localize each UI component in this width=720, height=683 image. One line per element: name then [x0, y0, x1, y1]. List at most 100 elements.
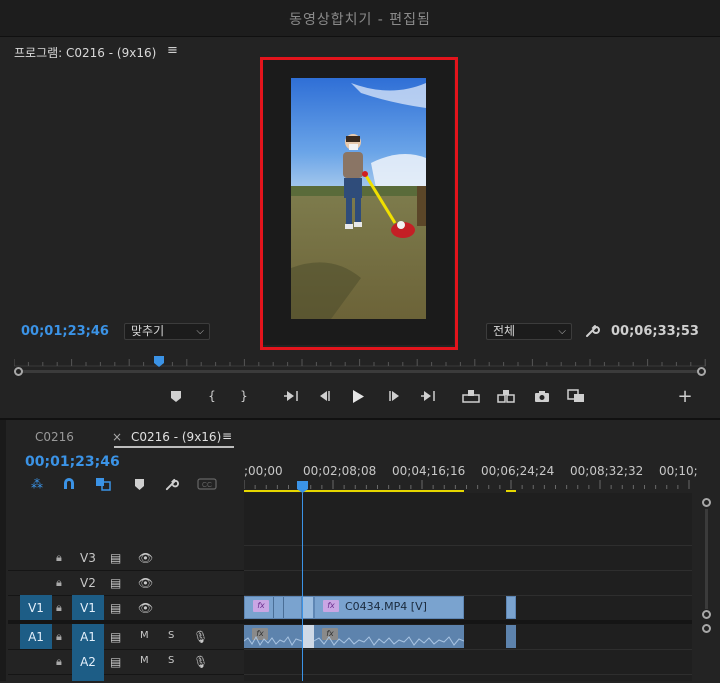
track-header-a3-partial — [8, 674, 244, 681]
scrollbar-left-handle[interactable] — [14, 367, 23, 376]
lock-icon[interactable]: 🔒︎ — [56, 576, 62, 590]
highlight-annotation-box — [260, 57, 458, 350]
track-name[interactable]: V3 — [80, 551, 96, 565]
step-back-icon[interactable] — [312, 384, 336, 408]
video-clip-c0434[interactable]: fx C0434.MP4 [V] — [314, 596, 464, 619]
source-patch-v1[interactable]: V1 — [20, 595, 52, 620]
timeline-time-ruler[interactable]: ;00;00 00;02;08;08 00;04;16;16 00;06;24;… — [244, 460, 698, 493]
timeline-tools: ⁂ CC — [22, 475, 222, 493]
tab-close-icon[interactable]: × — [112, 430, 122, 444]
lock-icon[interactable]: 🔒︎ — [56, 655, 62, 669]
sync-lock-icon[interactable]: ▤ — [110, 655, 121, 669]
solo-button[interactable]: S — [168, 630, 174, 641]
audio-clip-c0434[interactable]: fx — [314, 625, 464, 648]
tab-c0216[interactable]: C0216 — [35, 430, 74, 444]
lock-icon[interactable]: 🔒︎ — [56, 601, 62, 615]
captions-icon[interactable]: CC — [196, 475, 218, 493]
scroll-track[interactable] — [705, 509, 708, 609]
track-target-a2[interactable]: A2 — [72, 649, 104, 674]
track-line — [244, 674, 692, 675]
window-title: 동영상합치기 - 편집됨 — [289, 12, 431, 28]
linked-selection-icon[interactable] — [94, 475, 112, 493]
chevron-down-icon: ⌵ — [558, 326, 566, 337]
clip-edit-point[interactable] — [273, 597, 274, 618]
lock-icon[interactable]: 🔒︎ — [56, 551, 62, 565]
zoom-level-value: 맞추기 — [131, 324, 165, 338]
track-header-a2: 🔒︎ A2 ▤ M S 🎙︎ — [8, 649, 244, 675]
timeline-tracks-area[interactable]: fx fx C0434.MP4 [V] fx fx — [244, 493, 692, 681]
fx-badge: fx — [323, 600, 339, 612]
transport-controls: { } + — [0, 384, 720, 408]
audio-clip[interactable]: fx — [244, 625, 302, 648]
program-current-timecode[interactable]: 00;01;23;46 — [21, 324, 109, 339]
zoom-level-select[interactable]: 맞추기 ⌵ — [124, 323, 210, 340]
tab-menu-icon[interactable]: ≡ — [222, 429, 232, 443]
sync-lock-icon[interactable]: ▤ — [110, 601, 121, 615]
track-header-v1: V1 🔒︎ V1 ▤ 👁︎ — [8, 595, 244, 621]
tab-c0216-9x16[interactable]: C0216 - (9x16) — [131, 430, 221, 444]
scroll-handle-top[interactable] — [702, 498, 711, 507]
timeline-current-timecode[interactable]: 00;01;23;46 — [25, 454, 120, 470]
solo-button[interactable]: S — [168, 655, 174, 666]
scrollbar-track[interactable] — [20, 370, 700, 373]
eye-icon[interactable]: 👁︎ — [138, 576, 153, 590]
track-target-v1[interactable]: V1 — [72, 595, 104, 620]
scrollbar-right-handle[interactable] — [697, 367, 706, 376]
extract-icon[interactable] — [494, 384, 518, 408]
timeline-vertical-scrollbar[interactable] — [692, 493, 720, 681]
snap-magnet-icon[interactable] — [60, 475, 78, 493]
playhead-marker[interactable] — [154, 352, 164, 367]
sync-lock-icon[interactable]: ▤ — [110, 630, 121, 644]
video-clip[interactable] — [302, 596, 314, 619]
track-header-a1: A1 🔒︎ A1 ▤ M S 🎙︎ — [8, 624, 244, 650]
eye-icon[interactable]: 👁︎ — [138, 601, 153, 615]
lift-icon[interactable] — [459, 384, 483, 408]
clip-edit-point[interactable] — [283, 597, 284, 618]
video-clip[interactable]: fx — [244, 596, 302, 619]
add-marker-icon[interactable] — [164, 384, 188, 408]
source-patch-a1[interactable]: A1 — [20, 624, 52, 649]
nest-sequence-icon[interactable]: ⁂ — [28, 475, 46, 493]
step-forward-icon[interactable] — [383, 384, 407, 408]
eye-icon[interactable]: 👁︎ — [138, 551, 153, 565]
video-clip[interactable] — [506, 596, 516, 619]
add-marker-timeline-icon[interactable] — [130, 475, 148, 493]
program-zoom-scrollbar[interactable] — [14, 367, 706, 376]
track-name[interactable]: V2 — [80, 576, 96, 590]
add-button-icon[interactable]: + — [673, 384, 697, 408]
program-panel-menu-icon[interactable]: ≡ — [167, 43, 178, 58]
mark-out-icon[interactable]: } — [232, 384, 256, 408]
camera-icon[interactable] — [530, 384, 554, 408]
fx-badge: fx — [253, 600, 269, 612]
window-title-bar: 동영상합치기 - 편집됨 — [0, 0, 720, 36]
mute-button[interactable]: M — [140, 630, 149, 641]
audio-clip[interactable] — [302, 625, 314, 648]
program-time-ruler[interactable] — [13, 352, 706, 367]
export-frame-icon[interactable] — [564, 384, 588, 408]
timeline-settings-wrench-icon[interactable] — [162, 475, 180, 493]
audio-waveform — [314, 636, 464, 646]
play-icon[interactable] — [346, 384, 370, 408]
program-monitor-title[interactable]: 프로그램: C0216 - (9x16) — [14, 44, 156, 61]
go-to-out-icon[interactable] — [416, 384, 440, 408]
track-target-a3[interactable] — [72, 674, 104, 681]
sync-lock-icon[interactable]: ▤ — [110, 576, 121, 590]
track-header-v2: 🔒︎ V2 ▤ 👁︎ — [8, 570, 244, 596]
timeline-playhead-line[interactable] — [302, 493, 303, 681]
audio-clip[interactable] — [506, 625, 516, 648]
ruler-label: 00;10; — [659, 464, 698, 478]
microphone-icon[interactable]: 🎙︎ — [193, 655, 208, 669]
mute-button[interactable]: M — [140, 655, 149, 666]
track-target-a1[interactable]: A1 — [72, 624, 104, 649]
sync-lock-icon[interactable]: ▤ — [110, 551, 121, 565]
mark-in-icon[interactable]: { — [200, 384, 224, 408]
go-to-in-icon[interactable] — [278, 384, 302, 408]
timeline-playhead-handle[interactable] — [297, 478, 308, 493]
audio-scroll-handle[interactable] — [702, 624, 711, 633]
microphone-icon[interactable]: 🎙︎ — [193, 630, 208, 644]
settings-wrench-icon[interactable] — [584, 323, 600, 339]
clip-name: C0434.MP4 [V] — [345, 600, 427, 613]
scroll-handle-bottom[interactable] — [702, 610, 711, 619]
lock-icon[interactable]: 🔒︎ — [56, 630, 62, 644]
playback-resolution-select[interactable]: 전체 ⌵ — [486, 323, 572, 340]
